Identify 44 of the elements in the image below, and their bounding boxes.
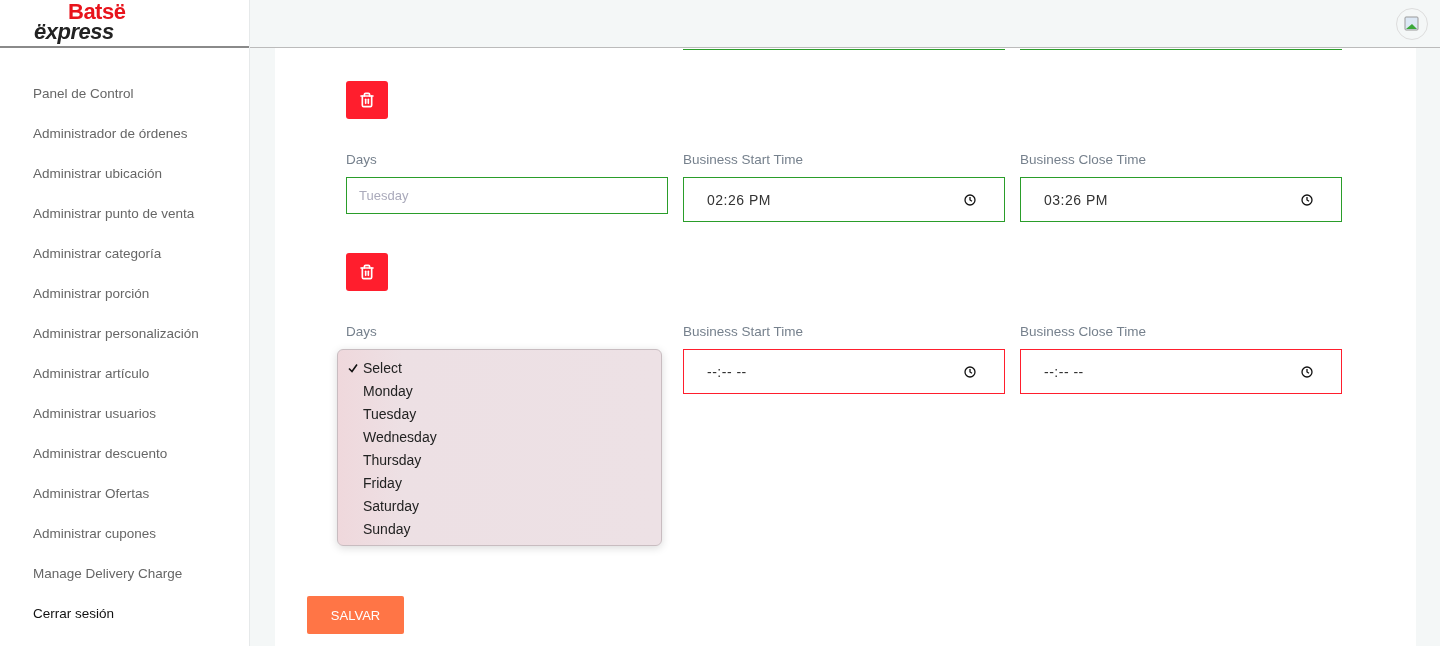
time-input-field[interactable]: 02:26 PM (683, 177, 1005, 222)
dropdown-option[interactable]: Thursday (338, 448, 661, 471)
dropdown-option[interactable]: Wednesday (338, 425, 661, 448)
trash-icon (359, 264, 375, 280)
dropdown-option[interactable]: Monday (338, 379, 661, 402)
sidebar-item[interactable]: Administrar ubicación (33, 166, 249, 206)
sidebar-item[interactable]: Administrar punto de venta (33, 206, 249, 246)
delete-button[interactable] (346, 253, 388, 291)
field-label: Business Start Time (683, 324, 804, 339)
sidebar-item[interactable]: Administrar usuarios (33, 406, 249, 446)
time-input-field[interactable]: 03:26 PM (1020, 177, 1342, 222)
field-label: Days (346, 324, 377, 339)
dropdown-option[interactable]: Sunday (338, 517, 661, 540)
field-label: Days (346, 152, 377, 167)
field-label: Business Close Time (1020, 324, 1147, 339)
sidebar-item[interactable]: Panel de Control (33, 86, 249, 126)
clock-icon[interactable] (964, 365, 976, 378)
sidebar-item[interactable]: Administrar porción (33, 286, 249, 326)
time-input-field[interactable]: --:-- -- (1020, 349, 1342, 394)
sidebar-item[interactable]: Administrar Ofertas (33, 486, 249, 526)
clock-icon[interactable] (1301, 365, 1313, 378)
sidebar-item[interactable]: Administrar artículo (33, 366, 249, 406)
days-input-field[interactable]: Tuesday (346, 177, 668, 214)
days-dropdown-menu[interactable]: Select Monday Tuesday Wednesday Thursday Friday Saturday Sunday (337, 349, 662, 546)
brand-logo: Batsë ëxpress (0, 0, 249, 48)
delete-button[interactable] (346, 81, 388, 119)
trash-icon (359, 92, 375, 108)
broken-image-icon (1404, 15, 1420, 32)
dropdown-option[interactable]: Friday (338, 471, 661, 494)
clock-icon[interactable] (1301, 193, 1313, 206)
sidebar-item[interactable]: Administrador de órdenes (33, 126, 249, 166)
sidebar-item[interactable]: Cerrar sesión (33, 606, 249, 646)
field-label: Business Close Time (1020, 152, 1147, 167)
sidebar-item[interactable]: Administrar categoría (33, 246, 249, 286)
clock-icon[interactable] (964, 193, 976, 206)
dropdown-option[interactable]: Saturday (338, 494, 661, 517)
dropdown-option[interactable]: Select (338, 356, 661, 379)
sidebar-item[interactable]: Manage Delivery Charge (33, 566, 249, 606)
field-label: Business Start Time (683, 152, 804, 167)
time-input-field[interactable]: --:-- -- (683, 349, 1005, 394)
sidebar-item[interactable]: Administrar personalización (33, 326, 249, 366)
sidebar-item[interactable]: Administrar cupones (33, 526, 249, 566)
dropdown-option[interactable]: Tuesday (338, 402, 661, 425)
sidebar-item[interactable]: Administrar descuento (33, 446, 249, 486)
